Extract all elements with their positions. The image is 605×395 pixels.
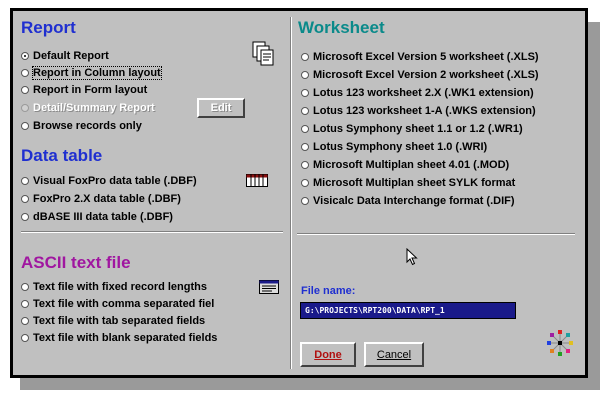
radio-text-blank-separated[interactable]: Text file with blank separated fields: [21, 330, 217, 346]
worksheet-divider: [297, 233, 575, 235]
edit-button[interactable]: Edit: [197, 98, 245, 118]
done-button[interactable]: Done: [300, 342, 356, 367]
section-divider-vertical: [290, 17, 292, 369]
table-grid-icon: [246, 174, 268, 187]
report-output-dialog: Report Default Report Report in Column l…: [10, 8, 588, 378]
radio-visicalc-dif[interactable]: Visicalc Data Interchange format (.DIF): [301, 193, 515, 209]
radio-button[interactable]: [21, 177, 29, 185]
radio-button[interactable]: [21, 334, 29, 342]
file-name-input[interactable]: G:\PROJECTS\RPT200\DATA\RPT_1: [300, 302, 516, 319]
ascii-section-title: ASCII text file: [21, 253, 131, 272]
radio-lotus-symphony-wr1[interactable]: Lotus Symphony sheet 1.1 or 1.2 (.WR1): [301, 121, 523, 137]
worksheet-section-title: Worksheet: [298, 18, 385, 37]
radio-excel-v5[interactable]: Microsoft Excel Version 5 worksheet (.XL…: [301, 49, 539, 65]
radio-multiplan-sylk[interactable]: Microsoft Multiplan sheet SYLK format: [301, 175, 515, 191]
radio-multiplan-mod[interactable]: Microsoft Multiplan sheet 4.01 (.MOD): [301, 157, 509, 173]
data-table-divider: [21, 231, 283, 233]
radio-button[interactable]: [301, 179, 309, 187]
radio-button[interactable]: [301, 143, 309, 151]
cancel-button[interactable]: Cancel: [364, 342, 424, 367]
radio-button[interactable]: [21, 122, 29, 130]
radio-report-column-layout[interactable]: Report in Column layout: [21, 65, 162, 81]
radio-text-tab-separated[interactable]: Text file with tab separated fields: [21, 313, 205, 329]
mouse-pointer-icon: [406, 248, 418, 266]
radio-button[interactable]: [21, 195, 29, 203]
radio-button[interactable]: [301, 107, 309, 115]
radio-button[interactable]: [21, 213, 29, 221]
radio-button[interactable]: [21, 104, 29, 112]
radio-button[interactable]: [21, 300, 29, 308]
radio-button[interactable]: [21, 317, 29, 325]
radio-button[interactable]: [301, 197, 309, 205]
radio-dbase-iii-table[interactable]: dBASE III data table (.DBF): [21, 209, 173, 225]
file-name-label: File name:: [301, 285, 356, 297]
radio-button[interactable]: [301, 53, 309, 61]
radio-button[interactable]: [301, 125, 309, 133]
radio-text-fixed-length[interactable]: Text file with fixed record lengths: [21, 279, 207, 295]
network-burst-icon: [547, 330, 573, 356]
radio-button[interactable]: [301, 89, 309, 97]
radio-default-report[interactable]: Default Report: [21, 48, 109, 64]
radio-report-form-layout[interactable]: Report in Form layout: [21, 82, 147, 98]
radio-excel-v2[interactable]: Microsoft Excel Version 2 worksheet (.XL…: [301, 67, 539, 83]
radio-button[interactable]: [21, 69, 29, 77]
radio-lotus-123-wks[interactable]: Lotus 123 worksheet 1-A (.WKS extension): [301, 103, 536, 119]
radio-button[interactable]: [301, 71, 309, 79]
radio-visual-foxpro-table[interactable]: Visual FoxPro data table (.DBF): [21, 173, 197, 189]
radio-text-comma-separated[interactable]: Text file with comma separated fiel: [21, 296, 214, 312]
radio-button[interactable]: [21, 86, 29, 94]
report-section-title: Report: [21, 18, 76, 37]
radio-browse-records[interactable]: Browse records only: [21, 118, 142, 134]
radio-button[interactable]: [301, 161, 309, 169]
radio-lotus-123-wk1[interactable]: Lotus 123 worksheet 2.X (.WK1 extension): [301, 85, 534, 101]
radio-foxpro-2x-table[interactable]: FoxPro 2.X data table (.DBF): [21, 191, 181, 207]
radio-button[interactable]: [21, 52, 29, 60]
copy-pages-icon: [252, 41, 274, 66]
text-file-icon: [259, 280, 279, 294]
radio-button[interactable]: [21, 283, 29, 291]
radio-detail-summary-report[interactable]: Detail/Summary Report: [21, 100, 155, 116]
data-table-section-title: Data table: [21, 146, 103, 165]
radio-lotus-symphony-wri[interactable]: Lotus Symphony sheet 1.0 (.WRI): [301, 139, 487, 155]
